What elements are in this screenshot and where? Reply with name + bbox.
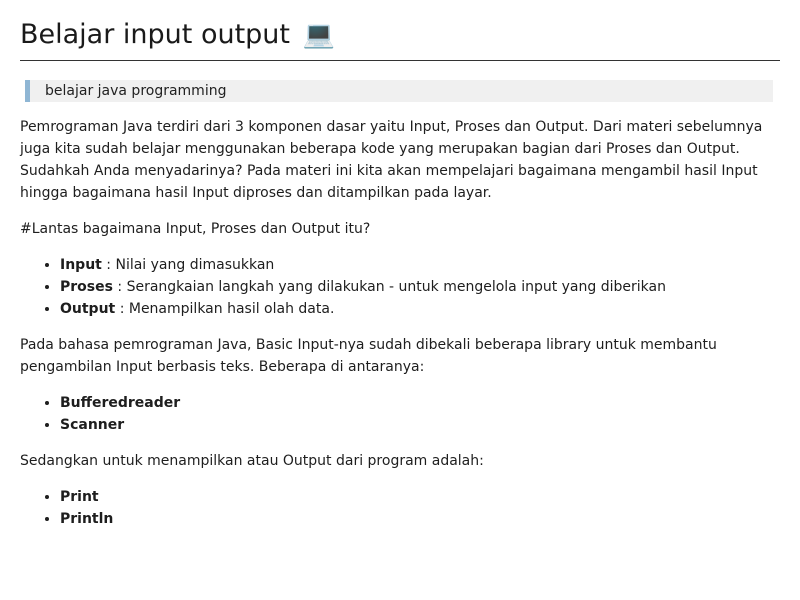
term-desc: : Menampilkan hasil olah data. <box>115 301 335 317</box>
method-name: Print <box>60 489 99 505</box>
question-paragraph: #Lantas bagaimana Input, Proses dan Outp… <box>20 221 371 237</box>
input-paragraph: Pada bahasa pemrograman Java, Basic Inpu… <box>20 337 717 375</box>
list-item: Output : Menampilkan hasil olah data. <box>60 298 780 320</box>
list-item: Bufferedreader <box>60 392 780 414</box>
term-desc: : Serangkaian langkah yang dilakukan - u… <box>112 279 666 295</box>
page-title: Belajar input output 💻 <box>20 0 780 61</box>
list-item: Print <box>60 486 780 508</box>
page-title-text: Belajar input output <box>20 19 290 50</box>
list-item: Proses : Serangkaian langkah yang dilaku… <box>60 276 780 298</box>
list-item: Scanner <box>60 414 780 436</box>
output-paragraph: Sedangkan untuk menampilkan atau Output … <box>20 453 484 469</box>
term-output: Output <box>60 301 116 317</box>
term-proses: Proses <box>60 279 113 295</box>
components-list: Input : Nilai yang dimasukkan Proses : S… <box>20 254 780 320</box>
blockquote: belajar java programming <box>25 80 773 102</box>
article: Belajar input output 💻 belajar java prog… <box>20 0 780 530</box>
term-input: Input <box>60 257 102 273</box>
laptop-icon: 💻 <box>302 20 335 50</box>
library-name: Scanner <box>60 417 125 433</box>
intro-paragraph: Pemrograman Java terdiri dari 3 komponen… <box>20 119 763 201</box>
list-item: Println <box>60 508 780 530</box>
list-item: Input : Nilai yang dimasukkan <box>60 254 780 276</box>
library-name: Bufferedreader <box>60 395 181 411</box>
input-libraries-list: Bufferedreader Scanner <box>20 392 780 436</box>
output-methods-list: Print Println <box>20 486 780 530</box>
method-name: Println <box>60 511 114 527</box>
term-desc: : Nilai yang dimasukkan <box>101 257 275 273</box>
